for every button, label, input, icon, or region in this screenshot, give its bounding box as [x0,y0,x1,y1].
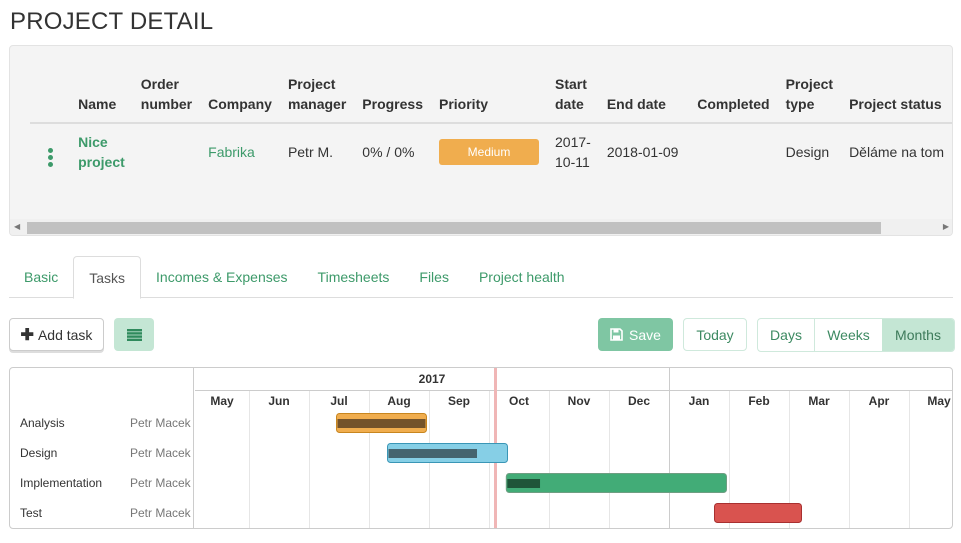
project-table: Name Order number Company Project manager … [30,70,952,180]
task-name: Design [20,446,58,460]
month-label: May [210,394,234,408]
task-progress [388,449,477,458]
save-label: Save [629,326,661,343]
month-label: Jun [268,394,289,408]
task-progress [507,479,541,488]
list-icon [126,328,142,341]
month-label: Aug [387,394,410,408]
month-label: Dec [628,394,650,408]
plus-icon: ✚ [20,326,34,344]
kebab-menu-icon[interactable] [45,147,55,167]
today-button[interactable]: Today [683,318,747,351]
col-order-number[interactable]: Order number [132,70,201,124]
col-completed[interactable]: Completed [689,70,778,124]
month-label: Jul [330,394,347,408]
tab-basic[interactable]: Basic [9,256,73,297]
col-start-date[interactable]: Start date [547,70,599,124]
company-link[interactable]: Fabrika [200,123,280,180]
gantt-label-row[interactable]: Implementation Petr Macek [10,468,194,498]
month-label: Feb [748,394,769,408]
year-label: 2017 [419,372,446,386]
tab-incomes-expenses[interactable]: Incomes & Expenses [141,256,303,297]
table-row[interactable]: Nice project Fabrika Petr M. 0% / 0% Medi… [30,123,952,180]
col-company[interactable]: Company [200,70,280,124]
order-number-cell [133,123,200,180]
col-project-manager[interactable]: Project manager [279,70,355,124]
scrollbar-thumb[interactable] [27,222,881,234]
floppy-disk-icon [610,328,623,341]
gantt-chart: Analysis Petr Macek Design Petr Macek Im… [9,367,953,529]
horizontal-scrollbar[interactable]: ◀ ▶ [10,219,952,235]
end-date-cell: 2018-01-09 [606,144,679,160]
task-name: Test [20,506,43,520]
col-end-date[interactable]: End date [598,70,690,124]
month-label: Mar [808,394,830,408]
task-assignee: Petr Macek [130,476,191,490]
priority-cell: Medium [431,123,547,180]
task-name: Analysis [20,416,65,430]
month-label: Nov [568,394,591,408]
row-actions-cell[interactable] [30,123,70,180]
col-priority[interactable]: Priority [431,70,547,124]
scroll-left-arrow-icon[interactable]: ◀ [14,222,20,231]
project-summary-panel: Name Order number Company Project manager … [9,45,953,236]
add-task-label: Add task [37,326,93,343]
view-months-button[interactable]: Months [882,319,954,351]
task-assignee: Petr Macek [130,446,191,460]
project-name-link[interactable]: Nice project [70,123,133,180]
month-label: Apr [869,394,890,408]
start-date-cell: 2017- 10-11 [555,134,591,170]
gantt-timeline: 2017 May Jun Jul Aug Sep Oct Nov Dec Jan Feb Mar Apr… [195,368,952,528]
task-bar[interactable] [714,503,802,523]
completed-cell [689,123,777,180]
gantt-label-row[interactable]: Design Petr Macek [10,438,194,468]
progress-cell: 0% / 0% [362,144,415,160]
project-tabs: Basic Tasks Incomes & Expenses Timesheet… [9,256,953,299]
tab-timesheets[interactable]: Timesheets [303,256,405,297]
gantt-label-row[interactable]: Analysis Petr Macek [10,408,194,438]
type-cell: Design [785,144,830,160]
page-title: PROJECT DETAIL [10,8,214,35]
scroll-right-arrow-icon[interactable]: ▶ [943,222,949,231]
priority-badge: Medium [439,139,539,165]
view-weeks-button[interactable]: Weeks [815,319,882,351]
table-header-row: Name Order number Company Project manager … [30,70,952,124]
view-days-button[interactable]: Days [758,319,815,351]
status-cell: Děláme na tom [849,144,944,160]
task-assignee: Petr Macek [130,416,191,430]
col-progress[interactable]: Progress [354,70,431,124]
col-actions [30,70,71,124]
add-task-button[interactable]: ✚ Add task [9,318,104,351]
gantt-label-row[interactable]: Test Petr Macek [10,498,194,528]
month-label: Sep [448,394,470,408]
month-label: Jan [689,394,710,408]
task-progress [337,419,426,428]
month-label: May [927,394,951,408]
manager-cell: Petr M. [287,144,334,160]
gantt-task-labels: Analysis Petr Macek Design Petr Macek Im… [10,368,194,528]
col-project-status[interactable]: Project status [841,70,952,124]
tab-tasks[interactable]: Tasks [73,256,142,299]
tab-project-health[interactable]: Project health [464,256,580,297]
tab-files[interactable]: Files [404,256,464,297]
col-project-type[interactable]: Project type [777,70,842,124]
list-view-button[interactable] [114,318,154,351]
month-label: Oct [509,394,529,408]
task-name: Implementation [20,476,103,490]
task-assignee: Petr Macek [130,506,191,520]
save-button[interactable]: Save [598,318,673,351]
col-name[interactable]: Name [70,70,133,124]
view-scale-toggle: Days Weeks Months [757,318,955,352]
